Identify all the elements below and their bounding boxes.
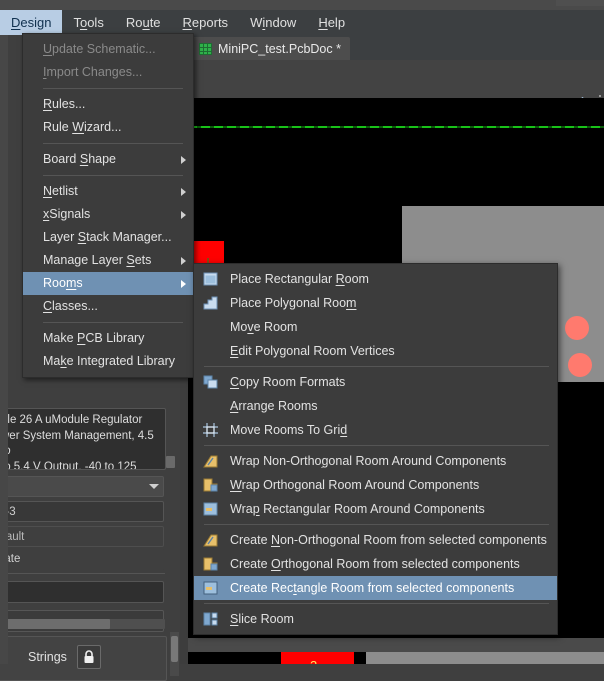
menu-separator bbox=[43, 143, 183, 144]
non-orthogonal-room-icon bbox=[203, 533, 218, 547]
chevron-right-icon bbox=[181, 211, 186, 219]
menu-item-layer-stack-manager[interactable]: Layer Stack Manager... bbox=[23, 226, 193, 249]
menu-item-rooms[interactable]: Rooms bbox=[23, 272, 193, 295]
menubar-item-window[interactable]: Window bbox=[239, 10, 307, 35]
field-vault[interactable]: Vault bbox=[0, 526, 164, 547]
submenu-item-create-non-orthogonal-room[interactable]: Create Non-Orthogonal Room from selected… bbox=[194, 528, 557, 552]
design-dropdown-menu: Update Schematic... Import Changes... Ru… bbox=[22, 33, 194, 378]
component-designator: 2 bbox=[310, 658, 317, 664]
orthogonal-room-icon bbox=[203, 557, 218, 571]
menubar-item-tools[interactable]: Tools bbox=[62, 10, 114, 35]
description-scrollbar-thumb[interactable] bbox=[166, 456, 175, 468]
submenu-item-slice-room[interactable]: Slice Room bbox=[194, 607, 557, 631]
chevron-right-icon bbox=[181, 257, 186, 265]
menu-bar: Design Tools Route Reports Window Help bbox=[0, 10, 604, 35]
strings-row: Strings bbox=[28, 645, 101, 669]
submenu-item-wrap-non-orthogonal-room[interactable]: Wrap Non-Orthogonal Room Around Componen… bbox=[194, 449, 557, 473]
submenu-item-copy-room-formats[interactable]: Copy Room Formats bbox=[194, 370, 557, 394]
menu-item-manage-layer-sets[interactable]: Manage Layer Sets bbox=[23, 249, 193, 272]
menubar-item-design[interactable]: Design bbox=[0, 10, 63, 35]
chevron-down-icon bbox=[149, 484, 159, 489]
menu-item-xsignals[interactable]: xSignals bbox=[23, 203, 193, 226]
pad-circular bbox=[565, 316, 589, 340]
submenu-item-wrap-rectangular-room[interactable]: Wrap Rectangular Room Around Components bbox=[194, 497, 557, 521]
document-tab-strip: MiniPC_test.PcbDoc * bbox=[180, 35, 604, 60]
copy-room-formats-icon bbox=[203, 375, 218, 389]
field-revision[interactable]: 2-3 bbox=[0, 501, 164, 522]
panel-horizontal-scrollbar[interactable] bbox=[0, 619, 165, 629]
window-top-strip bbox=[0, 0, 604, 10]
submenu-item-move-room[interactable]: Move Room bbox=[194, 315, 557, 339]
window-top-strip-right bbox=[556, 0, 604, 6]
menu-item-make-integrated-library[interactable]: Make Integrated Library bbox=[23, 350, 193, 373]
rectangle-room-icon bbox=[203, 502, 218, 516]
submenu-separator bbox=[204, 524, 549, 525]
submenu-separator bbox=[204, 603, 549, 604]
lock-icon[interactable] bbox=[76, 645, 101, 669]
submenu-separator bbox=[204, 445, 549, 446]
menubar-item-route[interactable]: Route bbox=[115, 10, 172, 35]
menu-item-classes[interactable]: Classes... bbox=[23, 295, 193, 318]
submenu-item-place-rectangular-room[interactable]: Place Rectangular Room bbox=[194, 267, 557, 291]
submenu-item-arrange-rooms[interactable]: Arrange Rooms bbox=[194, 394, 557, 418]
menu-item-make-pcb-library[interactable]: Make PCB Library bbox=[23, 327, 193, 350]
submenu-item-place-polygonal-room[interactable]: Place Polygonal Room bbox=[194, 291, 557, 315]
field-extra-1[interactable] bbox=[0, 581, 164, 603]
submenu-item-create-orthogonal-room[interactable]: Create Orthogonal Room from selected com… bbox=[194, 552, 557, 576]
menu-item-board-shape[interactable]: Board Shape bbox=[23, 148, 193, 171]
field-date: date bbox=[0, 549, 164, 570]
panel-divider bbox=[0, 573, 165, 574]
component-description-text: gle 26 A uModule Regulator wer System Ma… bbox=[0, 408, 166, 470]
component-body-lower bbox=[366, 652, 604, 664]
menu-separator bbox=[43, 175, 183, 176]
menu-item-update-schematic[interactable]: Update Schematic... bbox=[23, 38, 193, 61]
menu-item-rule-wizard[interactable]: Rule Wizard... bbox=[23, 116, 193, 139]
slice-room-icon bbox=[203, 612, 218, 626]
menu-separator bbox=[43, 322, 183, 323]
panel-vertical-scrollbar[interactable] bbox=[170, 632, 179, 676]
submenu-item-wrap-orthogonal-room[interactable]: Wrap Orthogonal Room Around Components bbox=[194, 473, 557, 497]
pcb-document-icon bbox=[199, 42, 212, 55]
menu-item-rules[interactable]: Rules... bbox=[23, 93, 193, 116]
parameter-combobox[interactable] bbox=[0, 476, 164, 497]
menubar-item-help[interactable]: Help bbox=[307, 10, 356, 35]
document-tab-minipc-test[interactable]: MiniPC_test.PcbDoc * bbox=[190, 37, 350, 60]
move-to-grid-icon bbox=[203, 423, 218, 437]
menu-item-import-changes[interactable]: Import Changes... bbox=[23, 61, 193, 84]
canvas-lower-strip bbox=[180, 638, 604, 652]
chevron-right-icon bbox=[181, 156, 186, 164]
menubar-item-reports[interactable]: Reports bbox=[172, 10, 240, 35]
board-outline-top bbox=[188, 126, 604, 128]
orthogonal-room-icon bbox=[203, 478, 218, 492]
rectangular-room-icon bbox=[203, 272, 218, 286]
menu-separator bbox=[43, 88, 183, 89]
rectangle-room-icon bbox=[203, 581, 218, 595]
submenu-item-move-rooms-to-grid[interactable]: Move Rooms To Grid bbox=[194, 418, 557, 442]
pad-circular bbox=[568, 353, 592, 377]
submenu-item-edit-polygonal-room-vertices[interactable]: Edit Polygonal Room Vertices bbox=[194, 339, 557, 363]
rooms-submenu: Place Rectangular Room Place Polygonal R… bbox=[193, 263, 558, 635]
polygonal-room-icon bbox=[203, 296, 218, 310]
strings-label: Strings bbox=[28, 650, 67, 664]
submenu-item-create-rectangle-room[interactable]: Create Rectangle Room from selected comp… bbox=[194, 576, 557, 600]
document-tab-label: MiniPC_test.PcbDoc * bbox=[218, 41, 341, 56]
component-highlight-red bbox=[281, 652, 354, 664]
menu-item-netlist[interactable]: Netlist bbox=[23, 180, 193, 203]
chevron-right-icon bbox=[181, 188, 186, 196]
submenu-separator bbox=[204, 366, 549, 367]
pcb-toolbar bbox=[180, 60, 604, 114]
chevron-right-icon bbox=[181, 280, 186, 288]
left-panel-edge-bar bbox=[0, 35, 8, 664]
non-orthogonal-room-icon bbox=[203, 454, 218, 468]
